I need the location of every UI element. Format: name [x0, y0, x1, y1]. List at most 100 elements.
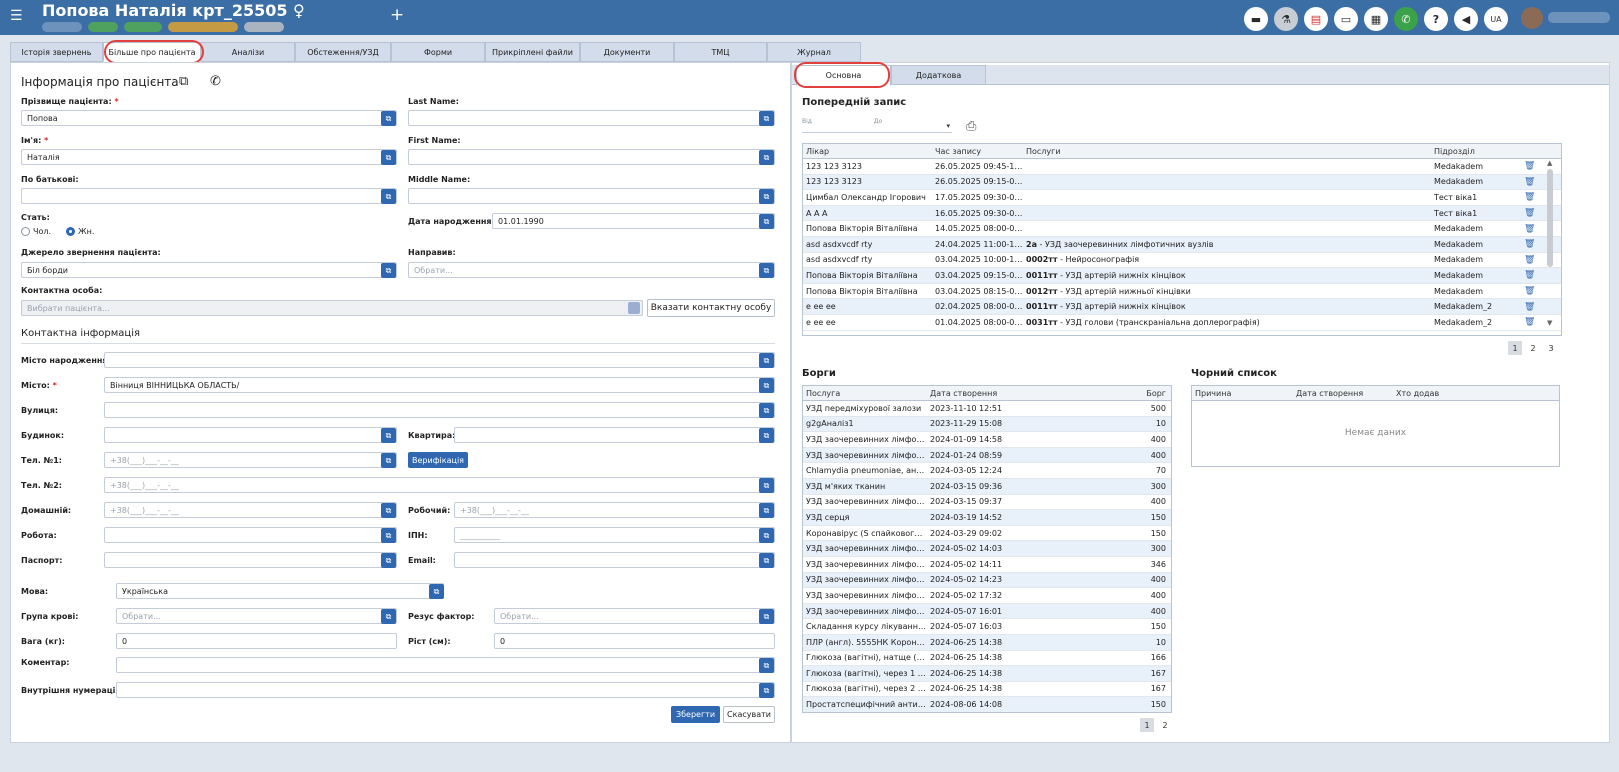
surname-field[interactable]: Попова	[21, 110, 397, 126]
table-row[interactable]: g2gАналіз1 2023-11-29 15:08 10	[803, 416, 1171, 433]
page-1[interactable]: 1	[1140, 718, 1154, 732]
table-row[interactable]: УЗД передміхурової залози 2023-11-10 12:5…	[803, 401, 1171, 417]
table-row[interactable]: ПЛР (англ). 5555НК Коронавірус2024-06-25…	[803, 634, 1171, 651]
table-row[interactable]: УЗД серця 2024-03-19 14:52 150	[803, 510, 1171, 526]
copy-icon[interactable]: ⧉	[759, 150, 774, 165]
tab-examinations[interactable]: Обстеження/УЗД	[295, 42, 391, 62]
table-row[interactable]: УЗД заочеревинних лімфотичних вузлів2024…	[803, 432, 1171, 448]
ipn-field[interactable]: __________	[454, 527, 775, 543]
rh-select[interactable]: Обрати...	[494, 608, 775, 624]
trash-icon[interactable]: 🗑	[1521, 270, 1541, 280]
table-row[interactable]: 123 123 3123 26.05.2025 09:45-10:00 Medaka…	[803, 159, 1561, 175]
calendar-icon[interactable]: ⧉	[759, 214, 774, 229]
table-row[interactable]: УЗД заочеревинних лімфотичних вузлів2024…	[803, 495, 1171, 511]
table-row[interactable]: УЗД заочеревинних лімфотичних вузлів2024…	[803, 588, 1171, 604]
plus-icon[interactable]: +	[390, 7, 404, 24]
table-row[interactable]: Коронавірус (S спайкового білка)2024-03-…	[803, 526, 1171, 542]
lastname-field[interactable]	[408, 110, 775, 126]
select-icon[interactable]	[628, 302, 640, 314]
copy-icon[interactable]: ⧉	[179, 74, 188, 89]
tab-analyses[interactable]: Аналізи	[201, 42, 295, 62]
table-row[interactable]: Попова Вікторія Віталіївна 03.04.2025 08:…	[803, 284, 1561, 300]
patronymic-field[interactable]	[21, 188, 397, 204]
copy-icon[interactable]: ⧉	[381, 428, 396, 443]
table-row[interactable]: 123 123 3123 26.05.2025 09:15-09:30 Medaka…	[803, 174, 1561, 191]
copy-icon[interactable]: ⧉	[381, 609, 396, 624]
help-icon[interactable]: ?	[1424, 7, 1448, 31]
date-range-select[interactable]: Від До ▾	[802, 118, 952, 133]
table-row[interactable]: е ее ее 02.04.2025 08:00-08:15 0011тт - УЗ…	[803, 299, 1561, 315]
chat-icon[interactable]: ▬	[1244, 7, 1268, 31]
copy-icon[interactable]: ⧉	[759, 503, 774, 518]
table-row[interactable]: е ее ее 01.04.2025 08:00-08:15 0031тт - УЗ…	[803, 315, 1561, 331]
print-icon[interactable]: ⎙	[966, 119, 976, 134]
copy-icon[interactable]: ⧉	[429, 584, 444, 599]
add-contact-person-button[interactable]: Вказати контактну особу	[647, 299, 775, 317]
trash-icon[interactable]: 🗑	[1521, 239, 1541, 249]
copy-icon[interactable]: ⧉	[381, 528, 396, 543]
subtab-additional[interactable]: Додаткова	[891, 65, 986, 85]
phone2-field[interactable]: +38(___)___-__-__	[104, 477, 775, 493]
copy-icon[interactable]: ⧉	[381, 453, 396, 468]
trash-icon[interactable]: 🗑	[1521, 177, 1541, 187]
chevron-down-icon[interactable]: ▾	[946, 122, 950, 130]
flask-icon[interactable]: ⚗	[1274, 7, 1298, 31]
table-row[interactable]: УЗД заочеревинних лімфотичних вузлів2024…	[803, 557, 1171, 573]
birthplace-field[interactable]	[104, 352, 775, 368]
firstname-field[interactable]	[408, 149, 775, 165]
source-select[interactable]: Біл борди	[21, 262, 397, 278]
menu-icon[interactable]: ☰	[10, 9, 23, 23]
table-row[interactable]: asd asdxvcdf rty 24.04.2025 11:00-11:15 2a…	[803, 236, 1561, 253]
avatar[interactable]	[1521, 7, 1543, 29]
card-icon[interactable]: ▭	[1334, 7, 1358, 31]
table-row[interactable]: А А А 16.05.2025 09:30-09:45 Тест віка1 🗑	[803, 205, 1561, 222]
table-row[interactable]: УЗД м'яких тканин 2024-03-15 09:36 300	[803, 478, 1171, 495]
table-row[interactable]: Цимбал Олександр Ігорович 17.05.2025 09:3…	[803, 190, 1561, 206]
dob-field[interactable]: 01.01.1990	[492, 213, 775, 229]
table-row[interactable]: Глюкоза (вагітні), натще (кров) 2024-06-2…	[803, 651, 1171, 667]
copy-icon[interactable]: ⧉	[759, 403, 774, 418]
copy-icon[interactable]: ⧉	[759, 478, 774, 493]
table-row[interactable]: Глюкоза (вагітні), через 1 годину2024-06…	[803, 666, 1171, 682]
copy-icon[interactable]: ⧉	[381, 150, 396, 165]
scroll-thumb[interactable]	[1547, 169, 1553, 267]
trash-icon[interactable]: 🗑	[1521, 317, 1541, 327]
language-select[interactable]: Українська	[116, 583, 444, 599]
phone-icon[interactable]: ✆	[1394, 7, 1418, 31]
copy-icon[interactable]: ⧉	[759, 111, 774, 126]
table-row[interactable]: Попова Вікторія Віталіївна 03.04.2025 09:…	[803, 268, 1561, 284]
page-1[interactable]: 1	[1508, 341, 1522, 355]
copy-icon[interactable]: ⧉	[381, 553, 396, 568]
scroll-up-icon[interactable]: ▲	[1547, 159, 1555, 167]
cancel-button[interactable]: Скасувати	[723, 706, 775, 723]
job-field[interactable]	[104, 527, 397, 543]
tab-forms[interactable]: Форми	[391, 42, 485, 62]
tab-journal[interactable]: Журнал	[767, 42, 861, 62]
copy-icon[interactable]: ⧉	[381, 111, 396, 126]
phone-icon[interactable]: ✆	[210, 74, 221, 89]
save-button[interactable]: Зберегти	[671, 706, 720, 723]
copy-icon[interactable]: ⧉	[381, 263, 396, 278]
trash-icon[interactable]: 🗑	[1521, 286, 1541, 296]
trash-icon[interactable]: 🗑	[1521, 161, 1541, 171]
sex-radio-female[interactable]: Жн.	[66, 227, 94, 236]
work-phone-field[interactable]: +38(___)___-__-__	[454, 502, 775, 518]
tab-attached-files[interactable]: Прикріплені файли	[485, 42, 580, 62]
referral-select[interactable]: Обрати...	[408, 262, 775, 278]
table-row[interactable]: Глюкоза (вагітні), через 2 години2024-06…	[803, 682, 1171, 698]
table-row[interactable]: УЗД заочеревинних лімфотичних вузлів2024…	[803, 541, 1171, 557]
radio-icon[interactable]	[21, 227, 30, 236]
copy-icon[interactable]: ⧉	[759, 609, 774, 624]
home-phone-field[interactable]: +38(___)___-__-__	[104, 502, 397, 518]
tab-tmc[interactable]: ТМЦ	[674, 42, 767, 62]
trash-icon[interactable]: 🗑	[1521, 192, 1541, 202]
copy-icon[interactable]: ⧉	[759, 353, 774, 368]
phone1-field[interactable]: +38(___)___-__-__	[104, 452, 397, 468]
table-row[interactable]: УЗД заочеревинних лімфотичних вузлів2024…	[803, 603, 1171, 620]
copy-icon[interactable]: ⧉	[759, 528, 774, 543]
sex-radio-male[interactable]: Чол.	[21, 227, 51, 236]
email-field[interactable]	[454, 552, 775, 568]
copy-icon[interactable]: ⧉	[759, 553, 774, 568]
megaphone-icon[interactable]: ◀	[1454, 7, 1478, 31]
copy-icon[interactable]: ⧉	[759, 658, 774, 673]
